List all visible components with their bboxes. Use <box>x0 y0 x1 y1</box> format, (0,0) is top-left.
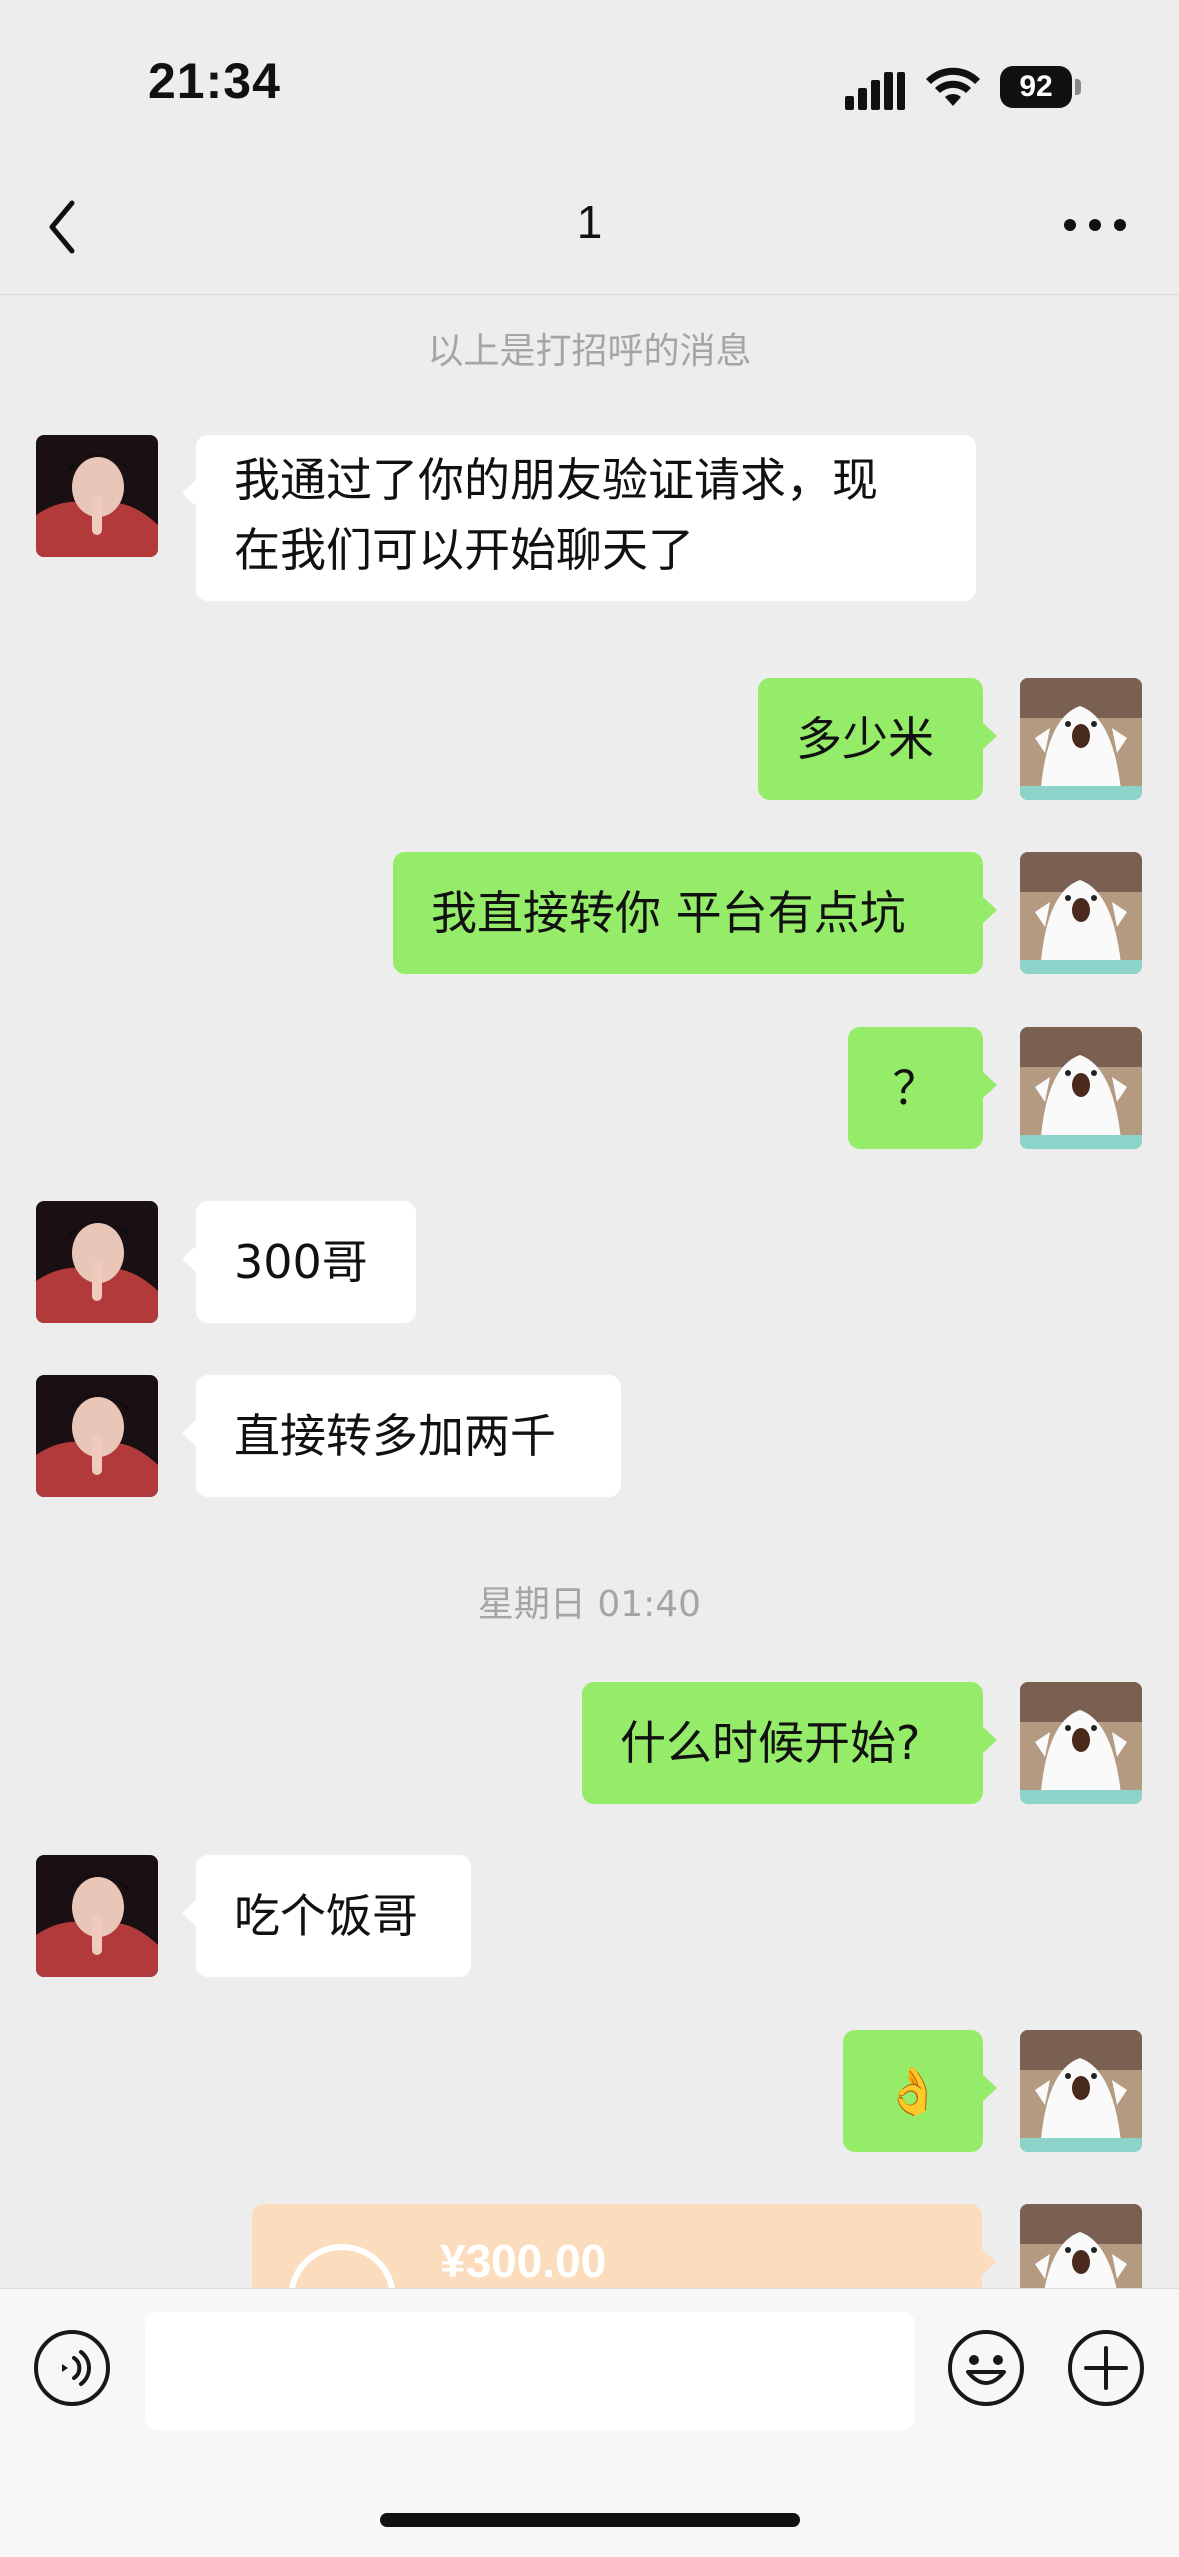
greeting-note: 以上是打招呼的消息 <box>427 331 752 372</box>
message-text: 吃个饭哥 <box>234 1889 418 1943</box>
contact-avatar[interactable] <box>36 1201 158 1323</box>
message-bubble-received[interactable]: 直接转多加两千 <box>182 1375 621 1497</box>
message-text: 300哥 <box>234 1235 368 1289</box>
message-text: ？ <box>892 1061 939 1115</box>
message-bubble-received[interactable]: 我通过了你的朋友验证请求，现 在我们可以开始聊天了 <box>182 435 976 601</box>
message-text: 什么时候开始? <box>620 1716 921 1770</box>
message-text: 多少米 <box>796 712 934 766</box>
message-bubble-received[interactable]: 300哥 <box>182 1201 416 1323</box>
message-bubble-sent[interactable]: 多少米 <box>758 678 997 800</box>
emoji-icon[interactable] <box>946 2328 1026 2408</box>
contact-avatar[interactable] <box>36 1855 158 1977</box>
cellular-signal-icon <box>845 72 905 110</box>
my-avatar[interactable] <box>1020 852 1142 974</box>
home-indicator <box>380 2513 800 2527</box>
ok-hand-emoji: 👌 <box>884 2064 942 2118</box>
message-text: 直接转多加两千 <box>234 1409 556 1463</box>
battery-tip <box>1075 79 1081 95</box>
message-text-line: 在我们可以开始聊天了 <box>234 523 694 577</box>
message-bubble-sent[interactable]: 什么时候开始? <box>582 1682 997 1804</box>
plus-icon[interactable] <box>1066 2328 1146 2408</box>
contact-avatar[interactable] <box>36 435 158 557</box>
transfer-amount: ¥300.00 <box>440 2235 607 2287</box>
message-bubble-received[interactable]: 吃个饭哥 <box>182 1855 471 1977</box>
message-text: 我直接转你 平台有点坑 <box>431 886 906 940</box>
message-text-line: 我通过了你的朋友验证请求，现 <box>234 453 878 507</box>
message-bubble-sent[interactable]: ？ <box>848 1027 997 1149</box>
chat-title: 1 <box>576 196 603 248</box>
message-bubble-sent[interactable]: 👌 <box>843 2030 997 2152</box>
contact-avatar[interactable] <box>36 1375 158 1497</box>
my-avatar[interactable] <box>1020 1027 1142 1149</box>
message-input[interactable] <box>145 2312 915 2430</box>
my-avatar[interactable] <box>1020 678 1142 800</box>
more-icon[interactable] <box>1060 205 1130 245</box>
wifi-icon <box>926 67 980 106</box>
status-time: 21:34 <box>148 53 281 109</box>
battery-indicator: 92 <box>1000 66 1072 108</box>
my-avatar[interactable] <box>1020 2030 1142 2152</box>
message-timestamp: 星期日 01:40 <box>477 1584 702 1625</box>
voice-icon[interactable] <box>32 2328 112 2408</box>
my-avatar[interactable] <box>1020 1682 1142 1804</box>
message-bubble-sent[interactable]: 我直接转你 平台有点坑 <box>393 852 997 974</box>
